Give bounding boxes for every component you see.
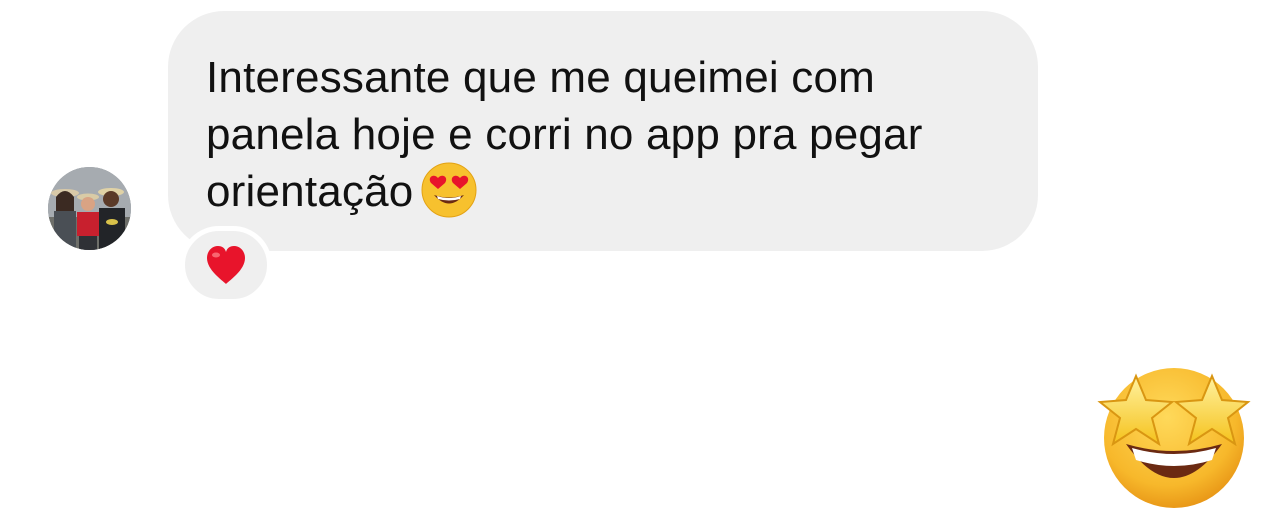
sender-avatar[interactable] (48, 167, 131, 250)
chat-thread: Interessante que me queimei com panela h… (0, 0, 1284, 514)
star-struck-icon[interactable] (1096, 362, 1252, 510)
message-text-line-3: orientação (206, 162, 998, 222)
message-text-line-2: panela hoje e corri no app pra pegar (206, 110, 923, 159)
sender-avatar-photo (48, 167, 131, 250)
message-reaction[interactable] (180, 226, 272, 304)
red-heart-icon (207, 246, 245, 284)
message-text-line-1: Interessante que me queimei com (206, 53, 875, 102)
smiling-face-with-heart-eyes-icon (421, 162, 477, 218)
incoming-message-bubble[interactable]: Interessante que me queimei com panela h… (168, 11, 1038, 251)
message-text-line-3-text: orientação (206, 167, 414, 216)
